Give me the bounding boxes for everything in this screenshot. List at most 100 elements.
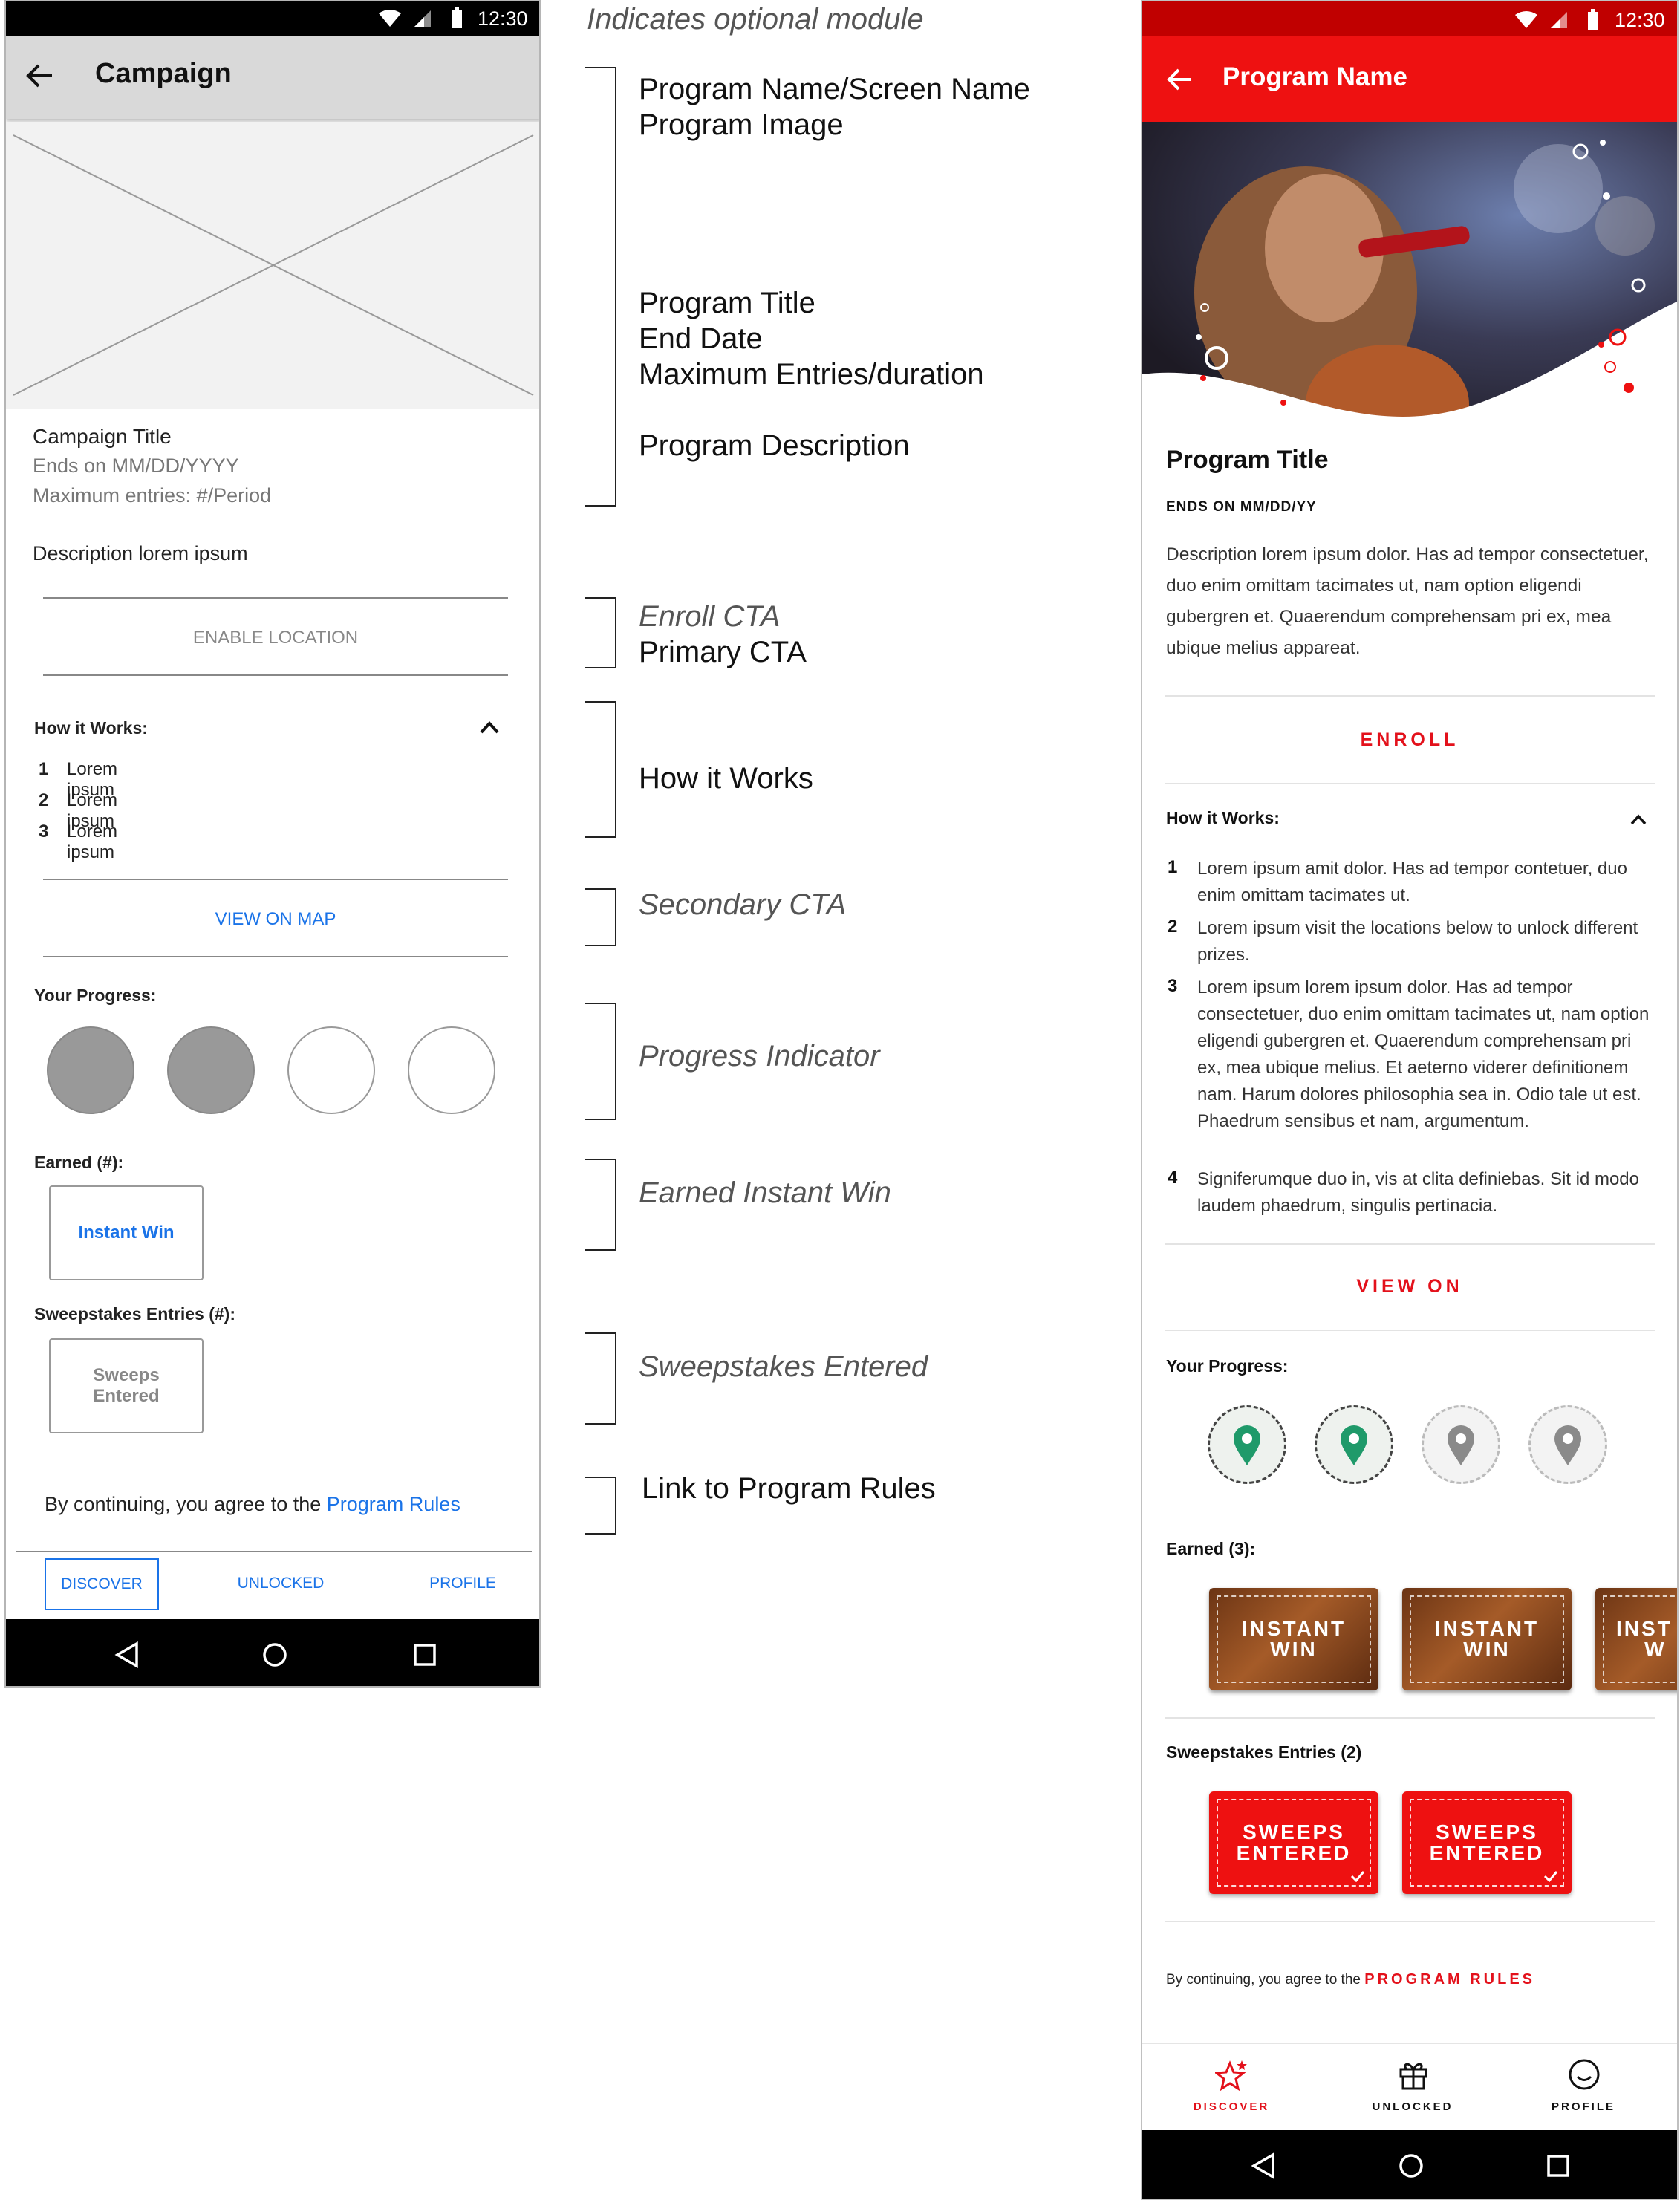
- annotation-progress-indicator: Progress Indicator: [639, 1040, 880, 1073]
- divider: [43, 597, 508, 599]
- bracket: [585, 1332, 616, 1425]
- back-arrow-icon[interactable]: [1166, 65, 1194, 94]
- annotation-program-description: Program Description: [639, 429, 910, 462]
- signal-icon: [414, 10, 431, 27]
- sweeps-entered-card[interactable]: Sweeps Entered: [49, 1338, 204, 1433]
- divider: [43, 674, 508, 676]
- map-pin-icon: [1448, 1425, 1474, 1465]
- divider: [1165, 1921, 1655, 1922]
- map-pin-icon: [1554, 1425, 1581, 1465]
- earned-heading: Earned (3):: [1166, 1539, 1256, 1558]
- instant-win-card[interactable]: INSTANT WIN: [1209, 1588, 1378, 1690]
- wifi-icon: [1515, 11, 1537, 28]
- progress-location-unlocked[interactable]: [1208, 1405, 1286, 1484]
- image-placeholder: [6, 122, 539, 409]
- battery-icon: [452, 7, 462, 28]
- list-item: 4 Signiferumque duo in, vis at clita defi…: [1168, 1168, 1639, 1216]
- program-rules-link[interactable]: PROGRAM RULES: [1364, 1971, 1535, 1988]
- annotation-primary-cta: Primary CTA: [639, 636, 807, 668]
- list-item: 1 Lorem ipsum amit dolor. Has ad tempor c…: [1168, 857, 1627, 905]
- annotation-end-date: End Date: [639, 322, 763, 355]
- instant-win-card[interactable]: INST W: [1595, 1588, 1677, 1690]
- tab-profile[interactable]: PROFILE: [1531, 2057, 1635, 2124]
- back-arrow-icon[interactable]: [25, 61, 55, 91]
- description: Description lorem ipsum: [33, 542, 248, 564]
- enable-location-button[interactable]: ENABLE LOCATION: [43, 628, 508, 648]
- progress-step-empty: [408, 1026, 495, 1114]
- tab-discover[interactable]: DISCOVER: [1179, 2057, 1283, 2124]
- tab-discover[interactable]: DISCOVER: [45, 1558, 159, 1610]
- progress-location-locked[interactable]: [1528, 1405, 1607, 1484]
- progress-heading: Your Progress:: [1166, 1356, 1289, 1376]
- app-bar: Program Name: [1142, 36, 1677, 122]
- sweepstakes-heading: Sweepstakes Entries (#):: [34, 1304, 236, 1324]
- back-triangle-icon[interactable]: [1251, 2152, 1276, 2179]
- chevron-up-icon[interactable]: [1629, 813, 1647, 826]
- annotation-link-rules: Link to Program Rules: [642, 1472, 936, 1505]
- wireframe-phone: 12:30 Campaign Campaign Title Ends on MM…: [4, 0, 541, 1688]
- bracket: [585, 597, 616, 668]
- bracket: [585, 67, 616, 507]
- divider: [1165, 783, 1655, 784]
- optional-legend: Indicates optional module: [587, 3, 924, 36]
- steps-list: 1 Lorem ipsum amit dolor. Has ad tempor c…: [1168, 856, 1653, 1226]
- annotation-max-entries: Maximum Entries/duration: [639, 358, 984, 391]
- rules-agreement: By continuing, you agree to the PROGRAM …: [1166, 1971, 1536, 1988]
- annotation-enroll-cta: Enroll CTA: [639, 600, 781, 633]
- wifi-icon: [379, 10, 401, 27]
- annotation-program-title: Program Title: [639, 287, 815, 319]
- annotation-how-it-works: How it Works: [639, 762, 813, 795]
- view-on-button[interactable]: VIEW ON: [1165, 1276, 1655, 1298]
- divider: [1165, 1717, 1655, 1719]
- list-item: 2 Lorem ipsum visit the locations below t…: [1168, 917, 1638, 965]
- screen-title: Program Name: [1222, 62, 1407, 91]
- progress-heading: Your Progress:: [34, 986, 157, 1005]
- bracket: [585, 1159, 616, 1251]
- enroll-button[interactable]: ENROLL: [1165, 729, 1655, 751]
- how-it-works-heading: How it Works:: [1166, 808, 1280, 827]
- map-pin-icon: [1234, 1425, 1260, 1465]
- view-on-map-button[interactable]: VIEW ON MAP: [43, 909, 508, 930]
- placeholder-x-icon: [13, 134, 534, 396]
- home-circle-icon[interactable]: [1398, 2152, 1425, 2179]
- progress-step-complete: [47, 1026, 134, 1114]
- map-pin-icon: [1341, 1425, 1367, 1465]
- recents-square-icon[interactable]: [1546, 2154, 1570, 2178]
- android-nav-bar: [6, 1619, 539, 1686]
- star-icon: [1215, 2060, 1247, 2092]
- sweeps-entered-card[interactable]: SWEEPS ENTERED: [1402, 1791, 1572, 1894]
- screen-title: Campaign: [95, 58, 232, 89]
- bracket: [585, 701, 616, 838]
- gift-icon: [1399, 2063, 1427, 2090]
- chevron-up-icon[interactable]: [478, 719, 501, 735]
- battery-icon: [1588, 9, 1598, 30]
- instant-win-card[interactable]: INSTANT WIN: [1402, 1588, 1572, 1690]
- home-circle-icon[interactable]: [261, 1641, 288, 1668]
- instant-win-card[interactable]: Instant Win: [49, 1185, 204, 1280]
- checkmark-icon: [1543, 1871, 1558, 1882]
- progress-location-unlocked[interactable]: [1315, 1405, 1393, 1484]
- progress-location-locked[interactable]: [1422, 1405, 1500, 1484]
- progress-step-empty: [287, 1026, 375, 1114]
- divider: [16, 1551, 532, 1552]
- bracket: [585, 1477, 616, 1535]
- bracket: [585, 888, 616, 946]
- signal-icon: [1551, 12, 1567, 28]
- divider: [43, 956, 508, 957]
- sweepstakes-heading: Sweepstakes Entries (2): [1166, 1742, 1362, 1762]
- tab-unlocked[interactable]: UNLOCKED: [1361, 2057, 1465, 2124]
- checkmark-icon: [1350, 1871, 1365, 1882]
- tab-unlocked[interactable]: UNLOCKED: [221, 1575, 340, 1592]
- recents-square-icon[interactable]: [413, 1643, 437, 1667]
- bracket: [585, 1003, 616, 1120]
- android-nav-bar: [1142, 2130, 1677, 2199]
- divider: [1165, 1243, 1655, 1245]
- program-rules-link[interactable]: Program Rules: [327, 1493, 460, 1515]
- tab-profile[interactable]: PROFILE: [407, 1575, 518, 1592]
- rules-agreement: By continuing, you agree to the Program …: [45, 1493, 460, 1515]
- annotation-sweepstakes-entered: Sweepstakes Entered: [639, 1350, 928, 1383]
- sweeps-entered-card[interactable]: SWEEPS ENTERED: [1209, 1791, 1378, 1894]
- back-triangle-icon[interactable]: [114, 1641, 140, 1668]
- program-description: Description lorem ipsum dolor. Has ad te…: [1166, 544, 1649, 658]
- program-title: Program Title: [1166, 446, 1329, 474]
